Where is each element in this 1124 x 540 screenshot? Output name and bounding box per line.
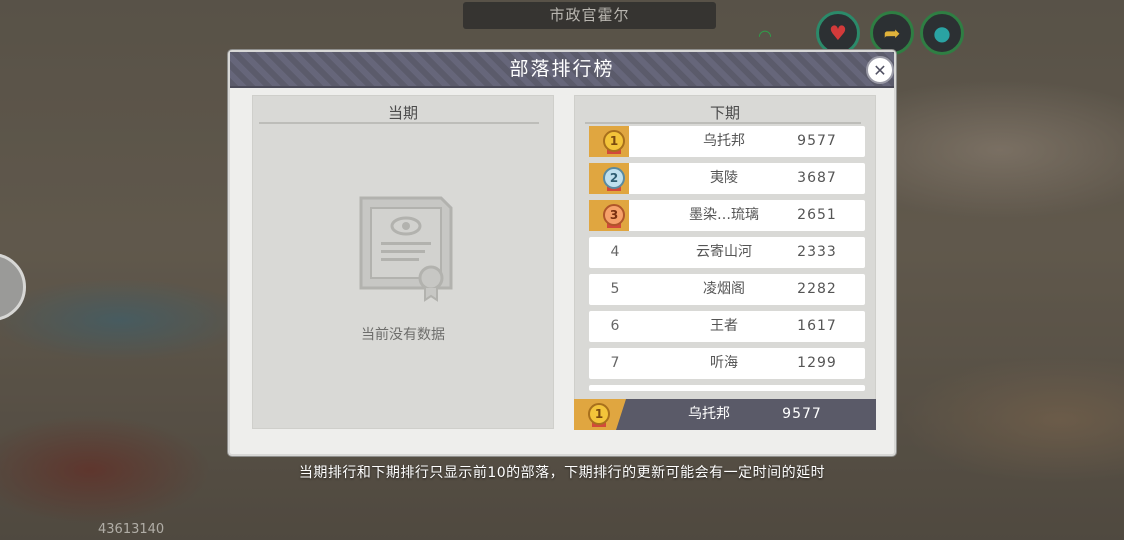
ranking-notice: 当期排行和下期排行只显示前10的部落，下期排行的更新可能会有一定时间的延时 (298, 465, 826, 481)
ranking-row: 2 夷陵 3687 (589, 163, 865, 194)
tribe-score: 2282 (797, 281, 837, 297)
divider (259, 122, 539, 124)
signal-icon: ◠ (758, 26, 772, 45)
modal-header: 部落排行榜 (230, 52, 894, 88)
heart-icon[interactable]: ♥ (816, 11, 860, 55)
arrow-icon[interactable]: ➦ (870, 11, 914, 55)
silver-medal-icon: 2 (603, 167, 625, 189)
tribe-name: 听海 (710, 355, 738, 371)
my-tribe-row: 1 乌托邦 9577 (574, 399, 876, 430)
ranking-row: 5 凌烟阁 2282 (589, 274, 865, 305)
current-period-title: 当期 (387, 104, 418, 122)
tribe-name: 乌托邦 (703, 133, 745, 149)
rank-number: 4 (610, 244, 620, 260)
ranking-row: 6 王者 1617 (589, 311, 865, 342)
bronze-medal-icon: 3 (603, 204, 625, 226)
tribe-name: 王者 (710, 318, 738, 334)
tribe-name: 墨染…琉璃 (689, 207, 759, 223)
rank-number: 7 (610, 355, 620, 371)
tribe-score: 2333 (797, 244, 837, 260)
ranking-row-partial (589, 385, 865, 391)
my-tribe-score: 9577 (782, 406, 822, 422)
ranking-row: 1 乌托邦 9577 (589, 126, 865, 157)
rank-number: 5 (610, 281, 620, 297)
tribe-name: 凌烟阁 (703, 281, 745, 297)
ranking-row: 4 云寄山河 2333 (589, 237, 865, 268)
tribe-score: 3687 (797, 170, 837, 186)
tribe-ranking-modal: 部落排行榜 ✕ 当期 当前没有数据 下期 1 乌托邦 9577 2 夷陵 368… (228, 50, 896, 456)
next-period-title: 下期 (709, 104, 740, 122)
next-period-panel[interactable]: 下期 1 乌托邦 9577 2 夷陵 3687 3 墨染…琉璃 2651 4 云… (574, 95, 876, 429)
tribe-name: 夷陵 (710, 170, 738, 186)
ranking-row: 7 听海 1299 (589, 348, 865, 379)
gold-medal-icon: 1 (603, 130, 625, 152)
player-uid: 43613140 (98, 522, 165, 537)
my-tribe-name: 乌托邦 (688, 406, 730, 422)
gold-medal-icon: 1 (588, 403, 610, 425)
close-button[interactable]: ✕ (866, 56, 894, 84)
tribe-score: 2651 (797, 207, 837, 223)
tribe-name: 云寄山河 (696, 244, 752, 260)
tribe-score: 1299 (797, 355, 837, 371)
empty-certificate-icon (359, 196, 453, 302)
tribe-score: 9577 (797, 133, 837, 149)
divider (585, 122, 861, 124)
ranking-row: 3 墨染…琉璃 2651 (589, 200, 865, 231)
empty-state-text: 当前没有数据 (361, 327, 445, 343)
water-drop-icon[interactable]: ● (920, 11, 964, 55)
modal-title: 部落排行榜 (509, 58, 615, 80)
tribe-score: 1617 (797, 318, 837, 334)
npc-name-label: 市政官霍尔 (463, 2, 716, 29)
rank-number: 6 (610, 318, 620, 334)
current-period-panel: 当期 当前没有数据 (252, 95, 554, 429)
close-icon: ✕ (873, 60, 887, 80)
